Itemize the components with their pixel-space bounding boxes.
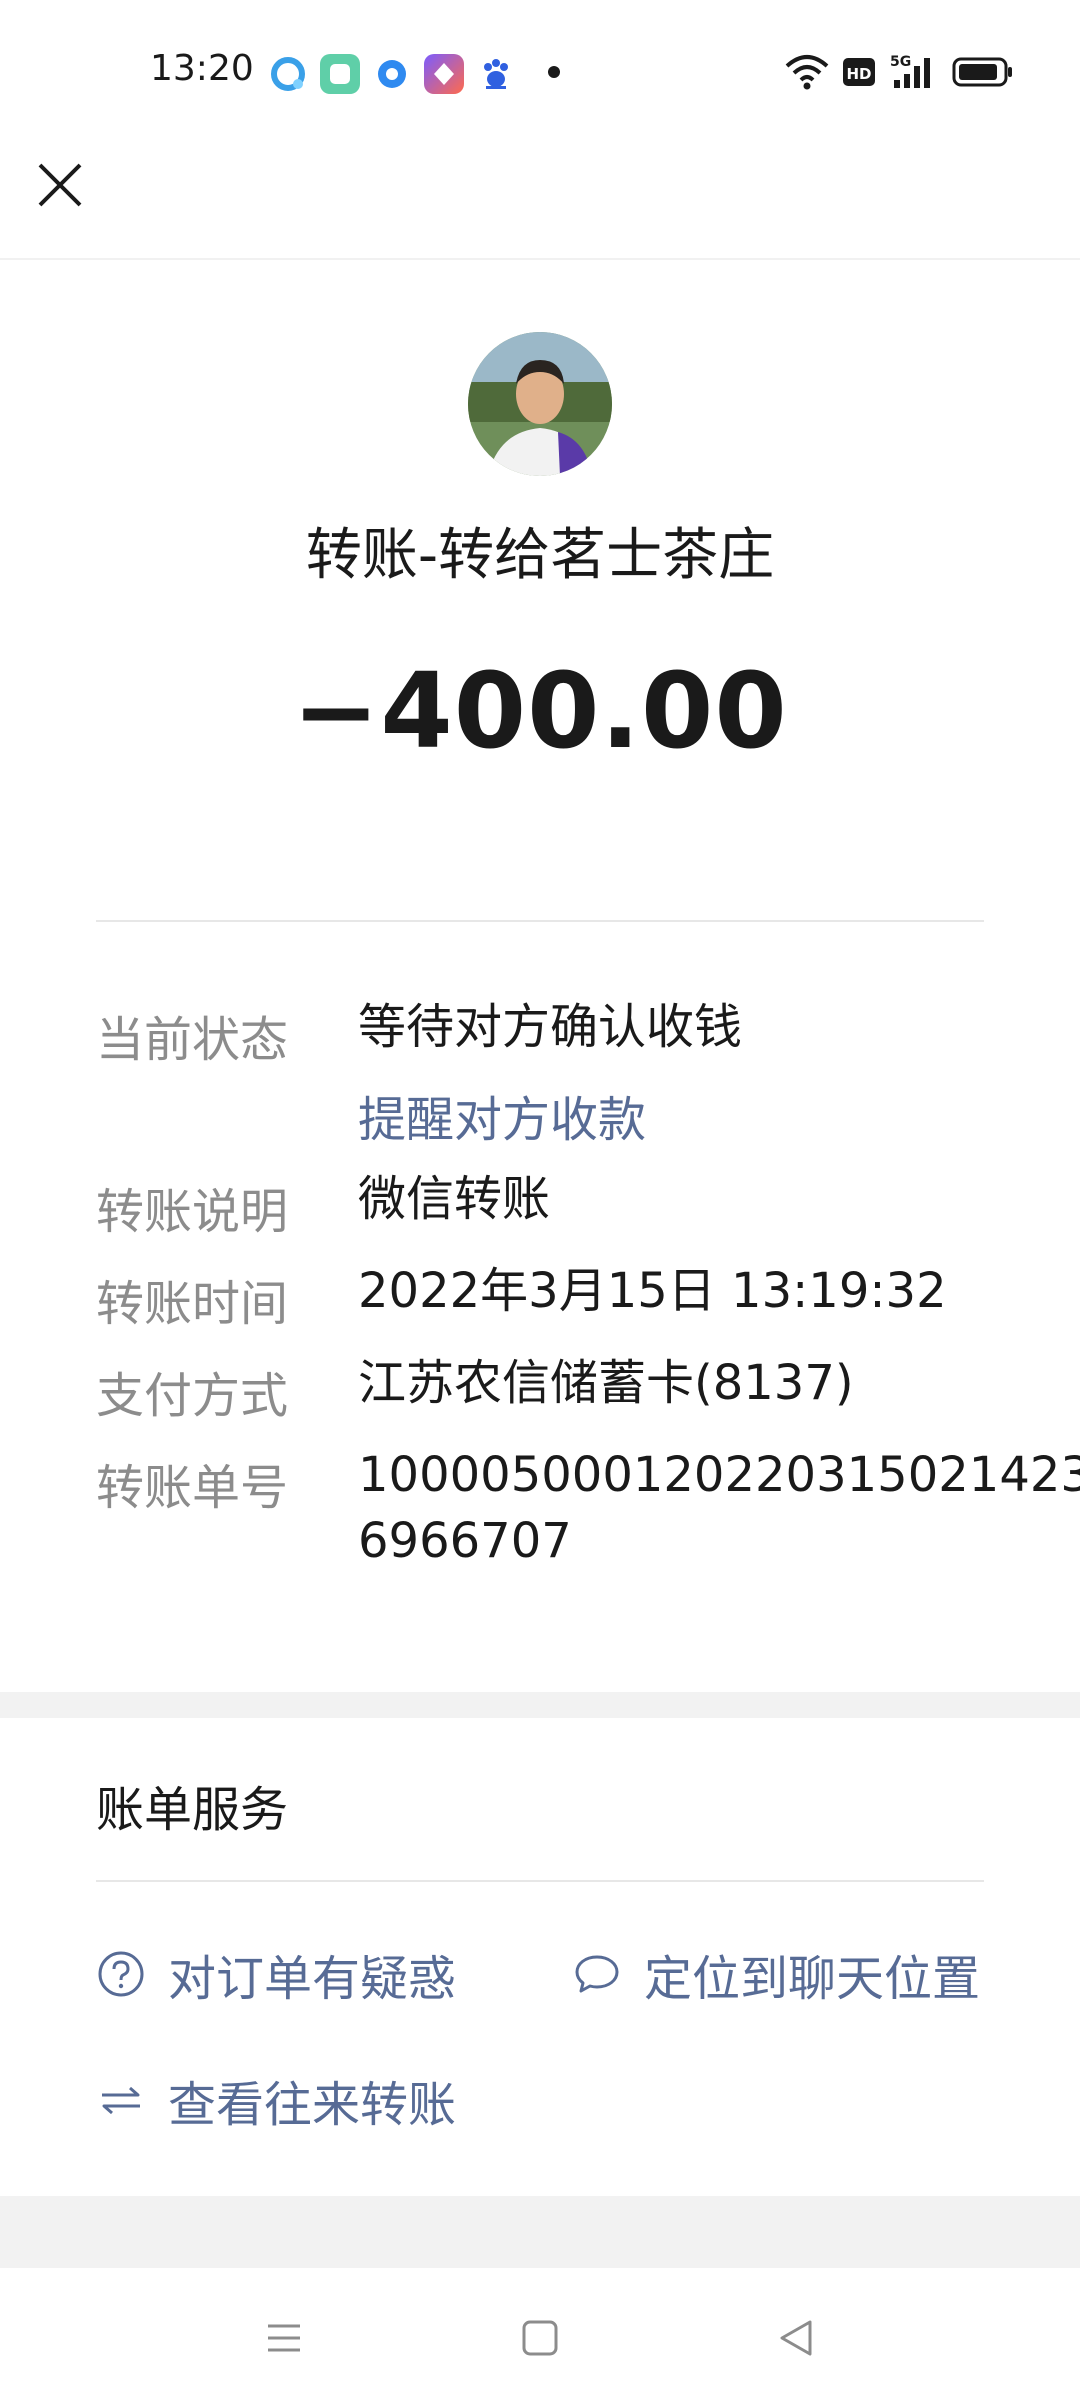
section-gap: [0, 1692, 1080, 1718]
5g-signal-icon: 5G: [888, 50, 940, 94]
order-question-button[interactable]: 对订单有疑惑: [96, 1934, 456, 2014]
more-notifications-dot: [548, 66, 560, 78]
home-square-icon: [522, 2320, 558, 2356]
baidu-paw-icon: [476, 54, 516, 94]
nav-home-button[interactable]: [510, 2308, 570, 2368]
transfer-detail-screen: 13:20 HD 5G 转账-转给茗士茶庄 −400.00 当前状态 等待对方确…: [0, 0, 1080, 2400]
nav-back-button[interactable]: [766, 2308, 826, 2368]
chat-bubble-icon: [575, 1955, 619, 1993]
order-value-line2: 6966707: [358, 1513, 572, 1569]
quark-browser-icon: [268, 54, 308, 94]
time-value: 2022年3月15日 13:19:32: [358, 1263, 947, 1319]
amount-divider: [96, 920, 984, 922]
view-transfers-label: 查看往来转账: [168, 2077, 457, 2133]
note-value: 微信转账: [358, 1171, 551, 1227]
services-divider: [96, 1880, 984, 1882]
view-transfers-button[interactable]: 查看往来转账: [96, 2060, 456, 2140]
order-value-line1: 100005000120220315021423: [358, 1447, 1080, 1503]
recipient-avatar[interactable]: [468, 332, 612, 476]
order-label: 转账单号: [96, 1460, 289, 1516]
system-nav-bar: [0, 2268, 1080, 2400]
status-label: 当前状态: [96, 1012, 289, 1068]
payment-label: 支付方式: [96, 1368, 289, 1424]
status-time: 13:20: [150, 48, 254, 89]
payment-value: 江苏农信储蓄卡(8137): [358, 1355, 854, 1411]
status-bar: 13:20 HD 5G: [0, 0, 1080, 140]
svg-text:HD: HD: [846, 65, 871, 83]
nav-menu-button[interactable]: [254, 2308, 314, 2368]
close-button[interactable]: [30, 155, 90, 215]
hd-icon: HD: [842, 50, 876, 94]
question-circle-icon: [98, 1951, 144, 1997]
order-question-label: 对订单有疑惑: [168, 1951, 457, 2007]
header-divider: [0, 258, 1080, 260]
transfer-amount: −400.00: [292, 650, 788, 772]
battery-icon: [952, 50, 1014, 94]
bottom-gap: [0, 2196, 1080, 2268]
time-label: 转账时间: [96, 1276, 289, 1332]
remind-recipient-link[interactable]: 提醒对方收款: [358, 1080, 646, 1150]
transfer-title: 转账-转给茗士茶庄: [305, 523, 775, 588]
app-green-icon: [320, 54, 360, 94]
note-label: 转账说明: [96, 1184, 289, 1240]
svg-text:5G: 5G: [890, 54, 911, 70]
services-title: 账单服务: [96, 1782, 289, 1838]
locate-chat-button[interactable]: 定位到聊天位置: [572, 1934, 980, 2014]
blue-circle-app-icon: [372, 54, 412, 94]
back-triangle-icon: [780, 2320, 812, 2356]
locate-chat-label: 定位到聊天位置: [644, 1951, 981, 2007]
exchange-arrows-icon: [102, 2086, 140, 2115]
menu-icon: [268, 2324, 300, 2352]
close-icon: [38, 163, 82, 207]
purple-app-icon: [424, 54, 464, 94]
wifi-icon: [784, 50, 830, 94]
status-value: 等待对方确认收钱: [358, 999, 743, 1055]
